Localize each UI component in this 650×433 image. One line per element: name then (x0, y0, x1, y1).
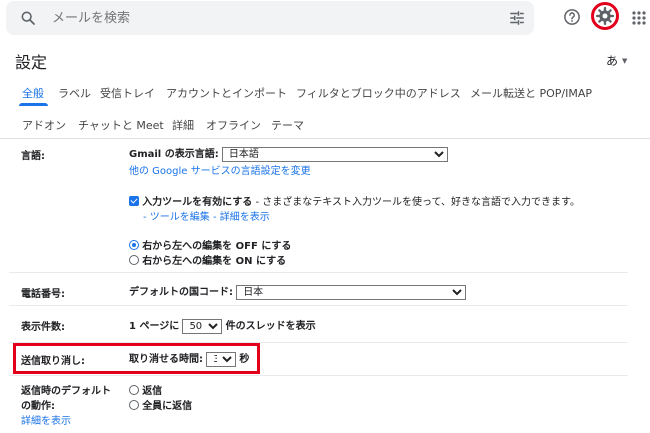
tab-addons[interactable]: アドオン (22, 117, 66, 133)
input-tools-option: 入力ツールを有効にする - さまざまなテキスト入力ツールを使って、好きな言語で入… (129, 193, 580, 208)
row-label: 表示件数: (21, 322, 65, 333)
rtl-on-radio[interactable] (129, 255, 139, 265)
tab-accounts-import[interactable]: アカウントとインポート (166, 85, 287, 101)
gmail-settings-page: 設定 あ▼ 全般 ラベル 受信トレイ アカウントとインポート フィルタとブロック… (0, 0, 650, 433)
rtl-off-option: 右から左への編集を OFF にする (129, 237, 291, 252)
input-language-label: あ (606, 54, 619, 68)
tab-advanced[interactable]: 詳細 (172, 117, 194, 133)
tab-themes[interactable]: テーマ (271, 117, 304, 133)
reply-label: 返信 (142, 386, 163, 397)
tab-chat-meet[interactable]: チャットと Meet (78, 117, 164, 133)
tune-icon[interactable] (508, 9, 526, 31)
reply-details-link[interactable]: 詳細を表示 (21, 412, 71, 427)
tab-inbox[interactable]: 受信トレイ (100, 85, 155, 101)
page-size-prefix: 1 ページに (129, 321, 180, 332)
gear-highlight-circle (591, 2, 619, 30)
row-label: 電話番号: (21, 289, 65, 300)
caret-down-icon: ▼ (622, 57, 628, 65)
undo-send-highlight-box (13, 343, 260, 374)
country-code-select[interactable]: 日本 (236, 285, 467, 300)
reply-all-label: 全員に返信 (142, 401, 193, 412)
row-label-line2: の動作: (21, 401, 55, 412)
setting-row-language: 言語: Gmail の表示言語: 日本語 他の Google サービスの言語設定… (9, 139, 628, 273)
apps-icon[interactable] (632, 10, 646, 29)
input-tools-label: 入力ツールを有効にする (142, 197, 253, 208)
page-size-suffix: 件のスレッドを表示 (225, 321, 316, 332)
settings-tabs-row-2: アドオン チャットと Meet 詳細 オフライン テーマ (0, 106, 650, 139)
rtl-off-label: 右から左への編集を OFF にする (142, 241, 292, 252)
rtl-on-label: 右から左への編集を ON にする (142, 256, 287, 267)
reply-all-option: 全員に返信 (129, 397, 192, 412)
details-link[interactable]: 詳細を表示 (220, 212, 270, 223)
gmail-display-language: Gmail の表示言語: 日本語 (129, 145, 448, 162)
tab-forwarding-pop-imap[interactable]: メール転送と POP/IMAP (470, 85, 592, 101)
other-lang-settings-link[interactable]: 他の Google サービスの言語設定を変更 (129, 162, 311, 177)
search-bar[interactable] (6, 1, 534, 35)
reply-radio[interactable] (129, 385, 139, 395)
rtl-off-radio[interactable] (129, 240, 139, 250)
input-tools-links: - ツールを編集 - 詳細を表示 (143, 208, 270, 223)
phone-country-setting: デフォルトの国コード: 日本 (129, 283, 467, 300)
settings-tabs-row-1: 全般 ラベル 受信トレイ アカウントとインポート フィルタとブロック中のアドレス… (0, 74, 650, 110)
row-label-line1: 返信時のデフォルト (21, 386, 111, 397)
row-label: 言語: (21, 151, 45, 162)
setting-row-reply-default: 返信時のデフォルト の動作: 詳細を表示 返信 全員に返信 (9, 376, 628, 433)
gmail-lang-label: Gmail の表示言語: (129, 149, 219, 160)
tab-offline[interactable]: オフライン (206, 117, 261, 133)
tab-general[interactable]: 全般 (22, 85, 44, 101)
reply-all-radio[interactable] (129, 400, 139, 410)
input-tools-checkbox[interactable] (129, 196, 139, 206)
search-icon[interactable] (20, 10, 36, 30)
tab-filters-blocked[interactable]: フィルタとブロック中のアドレス (296, 85, 461, 101)
reply-option: 返信 (129, 382, 162, 397)
tab-labels[interactable]: ラベル (58, 85, 91, 101)
search-input[interactable] (52, 8, 452, 28)
edit-tools-link[interactable]: - ツールを編集 (143, 212, 210, 223)
setting-row-phone: 電話番号: デフォルトの国コード: 日本 (9, 273, 628, 306)
input-tools-desc: - さまざまなテキスト入力ツールを使って、好きな言語で入力できます。 (252, 197, 580, 208)
country-code-label: デフォルトの国コード: (129, 287, 233, 298)
help-icon[interactable] (563, 8, 581, 30)
setting-row-page-size: 表示件数: 1 ページに 50 件のスレッドを表示 (9, 306, 628, 343)
page-size-setting: 1 ページに 50 件のスレッドを表示 (129, 317, 316, 334)
rtl-on-option: 右から左への編集を ON にする (129, 252, 286, 267)
page-size-select[interactable]: 50 (182, 319, 223, 334)
input-language-button[interactable]: あ ▼ (606, 52, 627, 69)
page-title: 設定 (15, 53, 48, 72)
gmail-lang-select[interactable]: 日本語 (221, 147, 448, 162)
link-separator: - (209, 212, 220, 223)
